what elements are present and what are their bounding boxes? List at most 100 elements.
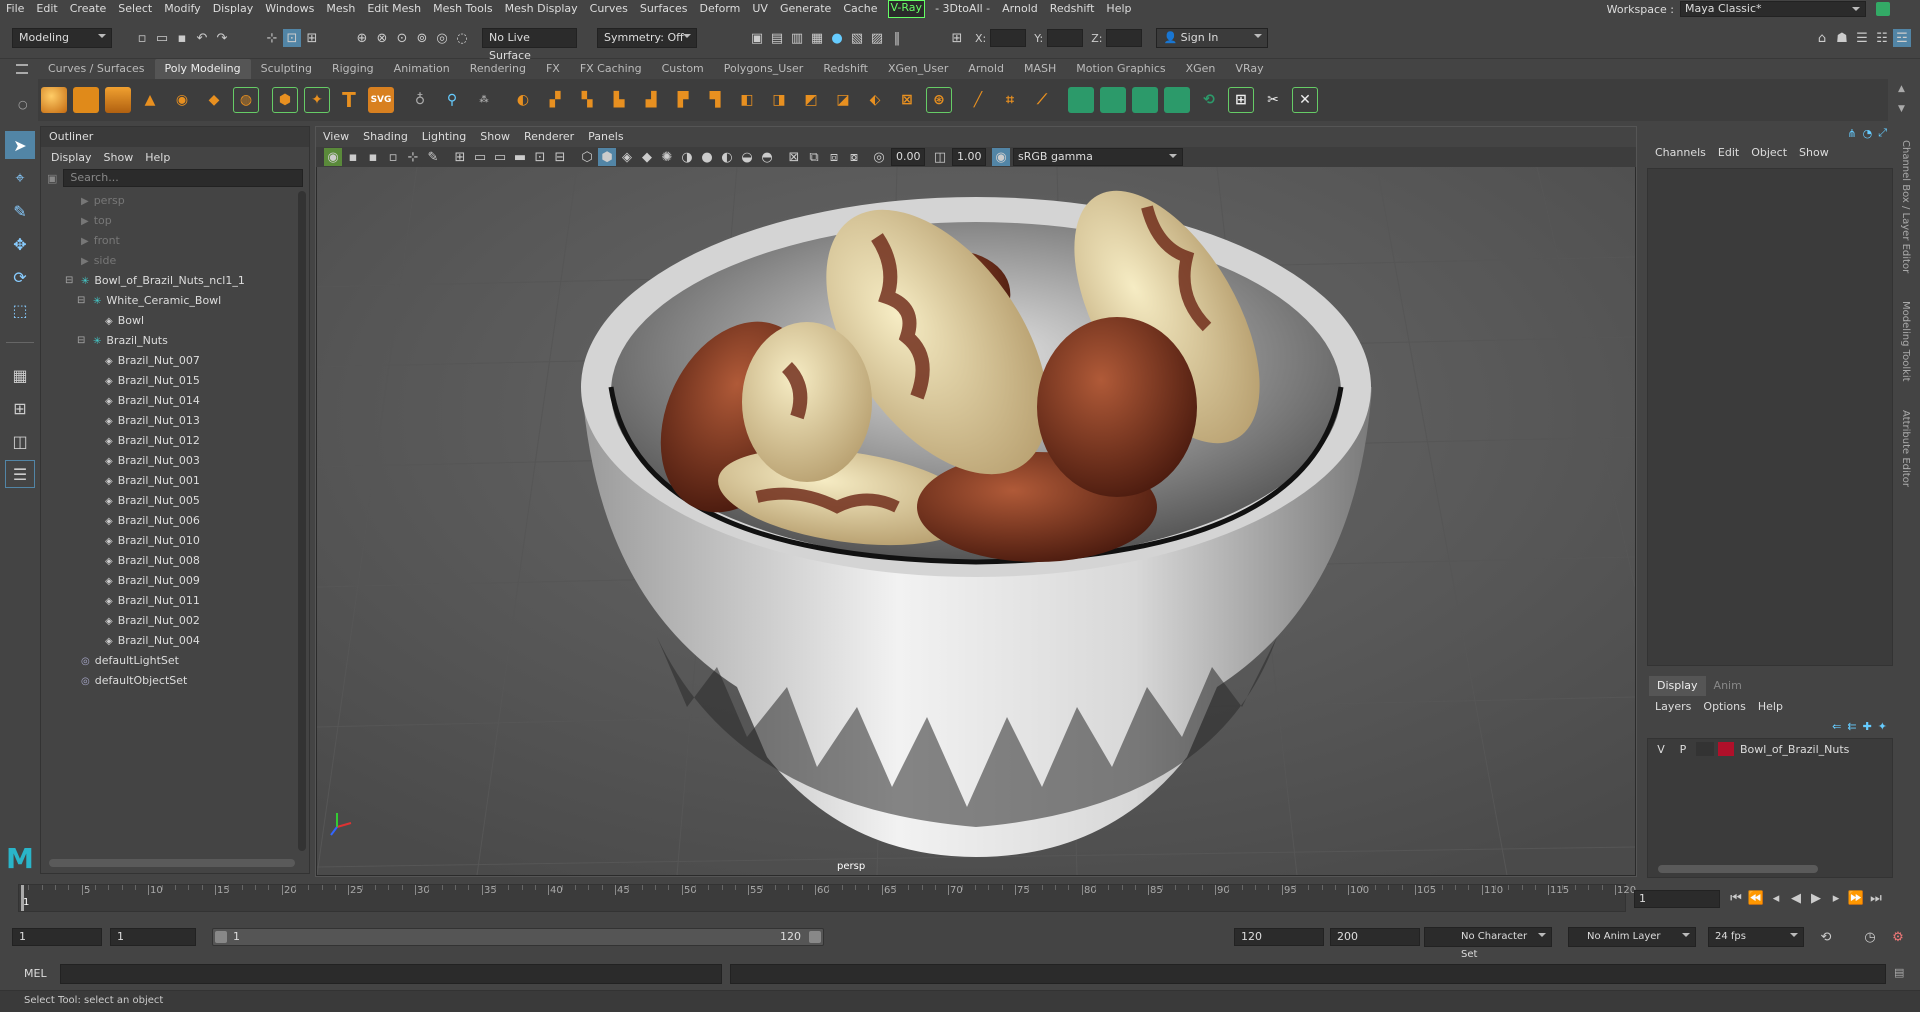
mash-network-icon[interactable]: ♁ (407, 87, 433, 113)
channel-menu-object[interactable]: Object (1745, 146, 1793, 159)
attribute-editor-icon[interactable]: ☰ (1853, 29, 1871, 47)
outliner-vscrollbar[interactable] (298, 191, 306, 851)
smooth-shade-icon[interactable]: ⬢ (598, 148, 616, 166)
move-layer-up-icon[interactable]: ⇐ (1832, 720, 1841, 733)
shelf-tab-polygons-user[interactable]: Polygons_User (714, 59, 814, 79)
y-field[interactable] (1047, 29, 1084, 47)
type-tool-icon[interactable]: T (336, 87, 362, 113)
render-sequence-icon[interactable]: ▤ (768, 29, 786, 47)
shelf-tab-animation[interactable]: Animation (384, 59, 460, 79)
shelf-tab-mash[interactable]: MASH (1014, 59, 1066, 79)
redo-icon[interactable]: ↷ (213, 29, 231, 47)
poly-torus-icon[interactable]: ◉ (169, 87, 195, 113)
viewport-panel[interactable]: View Shading Lighting Show Renderer Panels ◉ … (315, 126, 1637, 877)
snap-plane-icon[interactable]: ◌ (453, 29, 471, 47)
wireframe-icon[interactable]: ⬡ (578, 148, 596, 166)
outliner-item-brazil-nut-013[interactable]: ◈ Brazil_Nut_013 (41, 411, 309, 431)
current-frame-field[interactable]: 1 (1634, 890, 1720, 908)
auto-key-icon[interactable]: ◷ (1861, 928, 1879, 946)
outliner-item-brazil-nut-012[interactable]: ◈ Brazil_Nut_012 (41, 431, 309, 451)
four-view-icon[interactable]: ⊞ (5, 394, 35, 422)
outliner-item-bowl[interactable]: ◈ Bowl (41, 311, 309, 331)
shelf-tab-vray[interactable]: VRay (1225, 59, 1273, 79)
mode-dropdown[interactable]: Modeling (12, 28, 112, 48)
film-gate-icon[interactable]: ▭ (471, 148, 489, 166)
viewport-menu-shading[interactable]: Shading (356, 127, 415, 147)
shelf-tab-xgen[interactable]: XGen (1176, 59, 1226, 79)
x-field[interactable] (990, 29, 1027, 47)
outliner-item-defaultlightset[interactable]: ◎ defaultLightSet (41, 651, 309, 671)
viewport-menu-renderer[interactable]: Renderer (517, 127, 581, 147)
lights-icon[interactable]: ✺ (658, 148, 676, 166)
image-plane-icon[interactable]: ▫ (384, 148, 402, 166)
wedge-icon[interactable]: ◪ (830, 87, 856, 113)
select-hierarchy-icon[interactable]: ⊹ (263, 29, 281, 47)
poly-cone-icon[interactable]: ▲ (137, 87, 163, 113)
combine-icon[interactable]: ◐ (510, 87, 536, 113)
outliner-item-root[interactable]: ⊟ ✳ Bowl_of_Brazil_Nuts_ncl1_1 (41, 271, 309, 291)
layer-tab-display[interactable]: Display (1649, 676, 1706, 696)
viewport-menu-show[interactable]: Show (473, 127, 517, 147)
textured-icon[interactable]: ◆ (638, 148, 656, 166)
transform-icon[interactable]: ⊞ (948, 29, 966, 47)
paint-select-tool-icon[interactable]: ✎ (5, 197, 35, 225)
extrude-icon[interactable]: ▛ (670, 87, 696, 113)
outliner-item-brazil-nut-002[interactable]: ◈ Brazil_Nut_002 (41, 611, 309, 631)
shelf-tab-redshift[interactable]: Redshift (813, 59, 878, 79)
layer-name[interactable]: Bowl_of_Brazil_Nuts (1740, 743, 1849, 756)
outliner-item-brazil-nut-004[interactable]: ◈ Brazil_Nut_004 (41, 631, 309, 651)
exposure-icon[interactable]: ◎ (870, 148, 888, 166)
snap-surface-icon[interactable]: ◎ (433, 29, 451, 47)
target-weld-icon[interactable]: ⊛ (926, 87, 952, 113)
menu-modify[interactable]: Modify (158, 0, 206, 18)
wireframe-on-shaded-icon[interactable]: ◈ (618, 148, 636, 166)
shelf-tab-arnold[interactable]: Arnold (958, 59, 1014, 79)
menu-select[interactable]: Select (112, 0, 158, 18)
xray-joints-icon[interactable]: ⧈ (825, 148, 843, 166)
xray-components-icon[interactable]: ⧇ (845, 148, 863, 166)
anti-alias-icon[interactable]: ◒ (738, 148, 756, 166)
channel-settings-icon[interactable]: ◔ (1863, 127, 1873, 140)
play-forwards-icon[interactable]: ▶ (1807, 889, 1825, 907)
outliner-item-brazil-nut-007[interactable]: ◈ Brazil_Nut_007 (41, 351, 309, 371)
uv-sew-icon[interactable]: ✕ (1292, 87, 1318, 113)
tab-attribute-editor[interactable]: Attribute Editor (1898, 406, 1913, 491)
poly-disc-icon[interactable]: ◍ (233, 87, 259, 113)
uv-unfold-icon[interactable]: ⊞ (1228, 87, 1254, 113)
menu-arnold[interactable]: Arnold (996, 0, 1044, 18)
menu-edit-mesh[interactable]: Edit Mesh (361, 0, 427, 18)
outliner-menu-help[interactable]: Help (139, 151, 176, 164)
anim-end-field[interactable]: 200 (1330, 928, 1420, 946)
menu-mesh[interactable]: Mesh (320, 0, 361, 18)
go-to-end-icon[interactable]: ⏭ (1867, 889, 1885, 907)
fps-dropdown[interactable]: 24 fps (1708, 927, 1804, 947)
collapse-icon[interactable]: ⊟ (77, 331, 85, 351)
outliner-item-side[interactable]: ▶ side (41, 251, 309, 271)
save-scene-icon[interactable]: ▪ (173, 29, 191, 47)
pause-icon[interactable]: ‖ (888, 29, 906, 47)
grid-icon[interactable]: ⊞ (451, 148, 469, 166)
connect-icon[interactable]: ╱ (965, 87, 991, 113)
viewport-menu-view[interactable]: View (316, 127, 356, 147)
shadows-icon[interactable]: ◑ (678, 148, 696, 166)
channel-menu-edit[interactable]: Edit (1712, 146, 1745, 159)
shelf-tab-curves-surfaces[interactable]: Curves / Surfaces (38, 59, 155, 79)
uv-cylindrical-icon[interactable] (1132, 87, 1158, 113)
z-field[interactable] (1106, 29, 1143, 47)
outliner-item-brazil-nut-005[interactable]: ◈ Brazil_Nut_005 (41, 491, 309, 511)
uv-spherical-icon[interactable] (1164, 87, 1190, 113)
outliner-search-input[interactable]: Search... (63, 169, 303, 187)
step-back-frame-icon[interactable]: ◂ (1767, 889, 1785, 907)
mel-label[interactable]: MEL (24, 967, 47, 980)
move-tool-icon[interactable]: ✥ (5, 230, 35, 258)
2d-pan-icon[interactable]: ⊹ (404, 148, 422, 166)
slide-edge-icon[interactable]: ⟋ (1029, 87, 1055, 113)
menu-file[interactable]: File (0, 0, 30, 18)
select-camera-icon[interactable]: ◉ (324, 148, 342, 166)
workspace-dropdown[interactable]: Maya Classic* (1680, 1, 1866, 17)
menu-windows[interactable]: Windows (259, 0, 320, 18)
grease-pencil-icon[interactable]: ✎ (424, 148, 442, 166)
outliner-item-top[interactable]: ▶ top (41, 211, 309, 231)
quad-draw-icon[interactable]: ⌗ (997, 87, 1023, 113)
channel-options-icon[interactable]: ⋔ (1847, 127, 1856, 140)
